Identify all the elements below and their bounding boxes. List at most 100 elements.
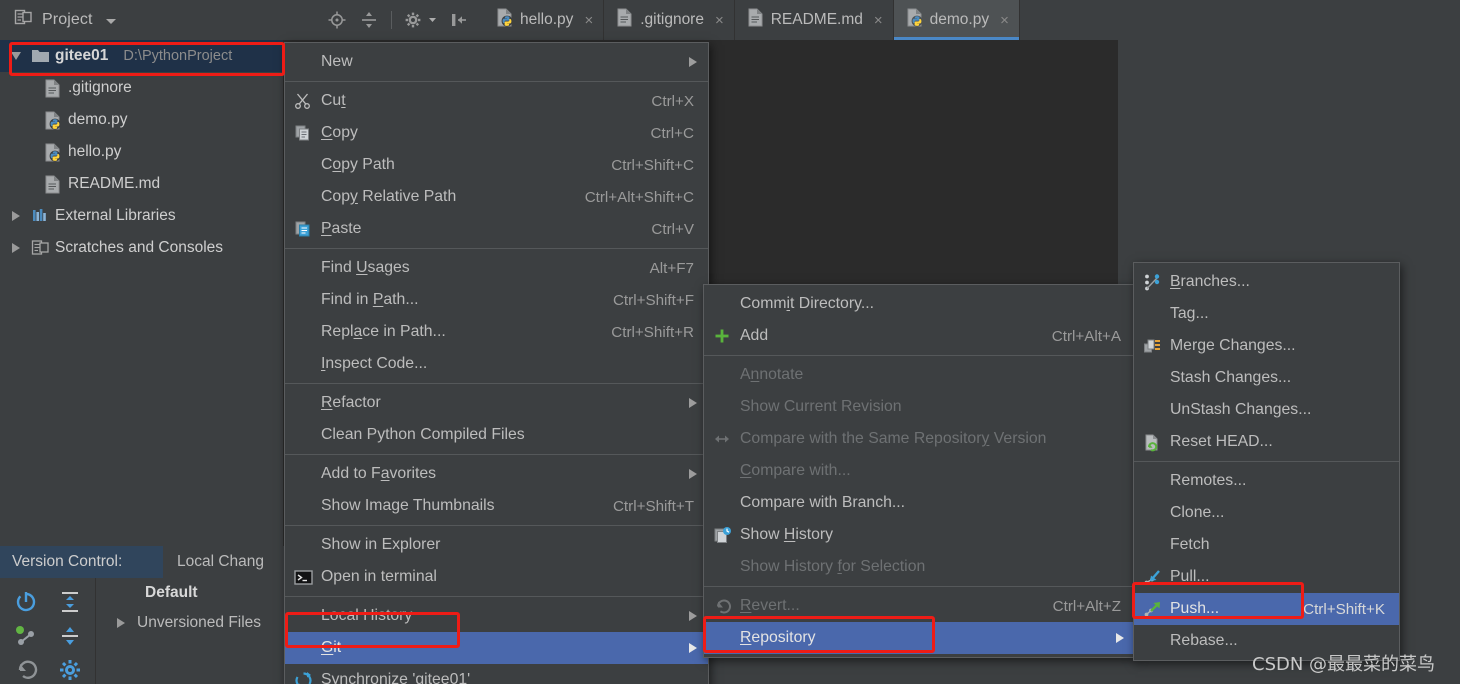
menu-item-synchronize-gitee01[interactable]: Synchronize 'gitee01' [285,664,708,684]
expand-arrow-icon[interactable] [8,52,24,60]
menu-item-inspect-code[interactable]: Inspect Code... [285,348,708,380]
paste-icon [293,219,313,239]
menu-item-branches[interactable]: Branches... [1134,266,1399,298]
menu-item-label: Annotate [740,366,804,383]
menu-item-cut[interactable]: Cut Ctrl+X [285,85,708,117]
menu-item-git[interactable]: Git [285,632,708,664]
menu-item-copy[interactable]: Copy Ctrl+C [285,117,708,149]
gear-chevron-icon[interactable] [428,11,437,29]
menu-item-replace-in-path[interactable]: Replace in Path... Ctrl+Shift+R [285,316,708,348]
menu-item-clean-python-compiled-files[interactable]: Clean Python Compiled Files [285,419,708,451]
tree-item-gitee01[interactable]: gitee01 D:\PythonProject [0,40,283,72]
menu-item-fetch[interactable]: Fetch [1134,529,1399,561]
menu-separator [1134,461,1399,462]
tree-item-external-libraries[interactable]: External Libraries [0,200,283,232]
repository-submenu[interactable]: Branches... Tag... Merge Changes... Stas… [1133,262,1400,661]
tab-demo-py[interactable]: demo.py × [893,0,1020,40]
menu-item-paste[interactable]: Paste Ctrl+V [285,213,708,245]
history-icon [712,525,732,545]
tree-item-gitignore[interactable]: .gitignore [0,72,283,104]
menu-item-reset-head[interactable]: Reset HEAD... [1134,426,1399,458]
changelist-default[interactable]: Default [97,578,261,608]
branch-icon[interactable] [14,624,36,646]
menu-item-show-current-revision[interactable]: Show Current Revision [704,391,1135,423]
menu-item-annotate[interactable]: Annotate [704,359,1135,391]
menu-item-shortcut: Ctrl+Alt+A [1051,327,1121,345]
project-tool-window-title: Project [42,11,93,28]
menu-item-label: Inspect Code... [321,355,428,372]
tab-label: .gitignore [640,11,704,28]
menu-item-tag[interactable]: Tag... [1134,298,1399,330]
menu-item-new[interactable]: New [285,46,708,78]
python-file-icon [44,111,61,130]
menu-item-unstash-changes[interactable]: UnStash Changes... [1134,394,1399,426]
settings-gear-icon[interactable] [404,10,424,30]
tab-hello-py[interactable]: hello.py × [484,0,605,40]
compare-icon [712,429,732,449]
tab-gitignore[interactable]: .gitignore × [604,0,735,40]
tab-version-control[interactable]: Version Control: [0,546,163,578]
settings-gear-icon[interactable] [58,658,80,680]
menu-item-copy-relative-path[interactable]: Copy Relative Path Ctrl+Alt+Shift+C [285,181,708,213]
menu-item-remotes[interactable]: Remotes... [1134,465,1399,497]
tree-item-demo-py[interactable]: demo.py [0,104,283,136]
menu-item-show-history[interactable]: Show History [704,519,1135,551]
menu-item-copy-path[interactable]: Copy Path Ctrl+Shift+C [285,149,708,181]
menu-item-compare-with-same-repository-version[interactable]: Compare with the Same Repository Version [704,423,1135,455]
menu-item-shortcut: Ctrl+Shift+F [612,291,694,309]
locate-icon[interactable] [327,10,347,30]
collapse-all-icon[interactable] [58,624,80,646]
menu-item-local-history[interactable]: Local History [285,600,708,632]
close-icon[interactable]: × [874,13,883,28]
menu-item-label: Tag... [1170,305,1209,322]
close-icon[interactable]: × [715,13,724,28]
menu-item-push[interactable]: Push... Ctrl+Shift+K [1134,593,1399,625]
chevron-right-icon [689,57,697,67]
menu-item-stash-changes[interactable]: Stash Changes... [1134,362,1399,394]
menu-separator [285,454,708,455]
expand-arrow-icon[interactable] [8,243,24,253]
menu-item-repository[interactable]: Repository [704,622,1135,654]
menu-item-merge-changes[interactable]: Merge Changes... [1134,330,1399,362]
collapse-all-icon[interactable] [359,10,379,30]
refresh-icon[interactable] [14,590,36,612]
menu-item-find-usages[interactable]: Find Usages Alt+F7 [285,252,708,284]
changelist-unversioned-files[interactable]: Unversioned Files [97,608,261,638]
tree-item-scratches-and-consoles[interactable]: Scratches and Consoles [0,232,283,264]
hide-panel-icon[interactable] [449,10,469,30]
tab-local-changes[interactable]: Local Chang [177,546,264,578]
chevron-right-icon [689,398,697,408]
expand-arrow-icon[interactable] [8,211,24,221]
menu-item-add[interactable]: Add Ctrl+Alt+A [704,320,1135,352]
menu-item-open-in-terminal[interactable]: Open in terminal [285,561,708,593]
tree-item-hello-py[interactable]: hello.py [0,136,283,168]
tree-item-readme-md[interactable]: README.md [0,168,283,200]
menu-item-show-image-thumbnails[interactable]: Show Image Thumbnails Ctrl+Shift+T [285,490,708,522]
menu-item-revert[interactable]: Revert... Ctrl+Alt+Z [704,590,1135,622]
menu-item-commit-directory[interactable]: Commit Directory... [704,288,1135,320]
project-context-menu[interactable]: New Cut Ctrl+X Copy Ctrl+C Copy Path Ctr… [284,42,709,684]
revert-icon[interactable] [14,658,38,680]
tab-readme-md[interactable]: README.md × [734,0,894,40]
changelist-label: Default [145,584,198,601]
expand-arrow-icon[interactable] [113,618,129,628]
chevron-down-icon[interactable] [105,19,116,24]
tree-item-label: demo.py [68,111,128,128]
menu-item-add-to-favorites[interactable]: Add to Favorites [285,458,708,490]
close-icon[interactable]: × [584,13,593,28]
menu-item-label: Compare with... [740,462,851,479]
menu-item-pull[interactable]: Pull... [1134,561,1399,593]
menu-item-compare-with[interactable]: Compare with... [704,455,1135,487]
expand-all-icon[interactable] [58,590,80,612]
menu-item-clone[interactable]: Clone... [1134,497,1399,529]
file-icon [747,8,764,32]
project-tool-window-header[interactable]: Project [0,0,283,40]
menu-item-show-history-for-selection[interactable]: Show History for Selection [704,551,1135,583]
close-icon[interactable]: × [1000,13,1009,28]
git-submenu[interactable]: Commit Directory... Add Ctrl+Alt+A Annot… [703,284,1136,658]
menu-item-compare-with-branch[interactable]: Compare with Branch... [704,487,1135,519]
toolbar-divider [391,11,392,29]
menu-item-show-in-explorer[interactable]: Show in Explorer [285,529,708,561]
menu-item-find-in-path[interactable]: Find in Path... Ctrl+Shift+F [285,284,708,316]
menu-item-refactor[interactable]: Refactor [285,387,708,419]
